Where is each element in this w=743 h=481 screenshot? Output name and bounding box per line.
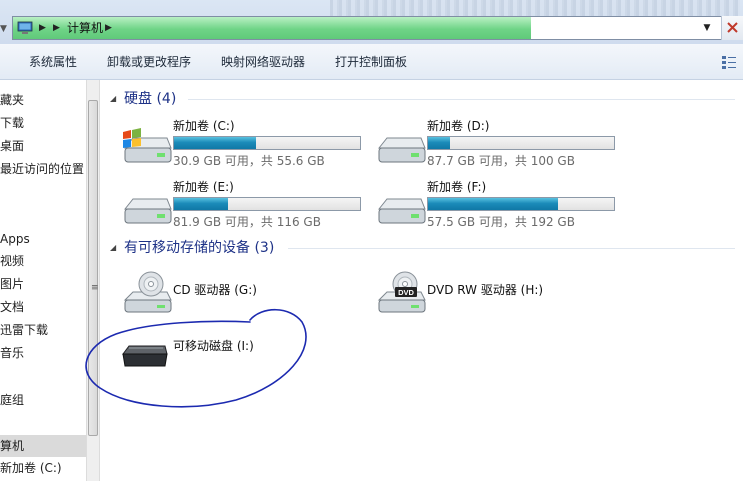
back-dropdown-icon[interactable]: ▼ xyxy=(0,22,10,36)
nav-item-videos[interactable]: 视频 xyxy=(0,252,24,270)
title-bar-scribble xyxy=(330,0,740,16)
drive-free-space: 81.9 GB 可用，共 116 GB xyxy=(173,215,321,229)
hard-drive-icon xyxy=(377,198,426,224)
collapse-arrow-icon[interactable]: ◢ xyxy=(110,242,116,254)
group-title-hard-disks: 硬盘 (4) xyxy=(124,91,177,107)
close-icon xyxy=(727,22,738,33)
map-network-drive-button[interactable]: 映射网络驱动器 xyxy=(221,54,305,70)
collapse-arrow-icon[interactable]: ◢ xyxy=(110,93,116,105)
nav-item-computer[interactable]: 算机 xyxy=(0,435,86,457)
drive-usage-fill xyxy=(428,198,559,210)
drive-name: 新加卷 (C:) xyxy=(173,119,235,133)
address-history-dropdown-icon[interactable]: ▼ xyxy=(701,21,713,35)
dvd-drive-icon: DVD xyxy=(377,271,426,313)
breadcrumb-arrow-icon[interactable]: ▶ xyxy=(39,21,46,35)
drive-usage-fill xyxy=(428,137,451,149)
nav-item-recent-places[interactable]: 最近访问的位置 xyxy=(0,160,84,178)
device-name: 可移动磁盘 (I:) xyxy=(173,339,254,353)
drive-free-space: 87.7 GB 可用，共 100 GB xyxy=(427,154,575,168)
device-name: CD 驱动器 (G:) xyxy=(173,283,257,297)
drive-name: 新加卷 (D:) xyxy=(427,119,490,133)
group-divider xyxy=(188,99,735,100)
drive-c[interactable]: 新加卷 (C:) 30.9 GB 可用，共 55.6 GB xyxy=(121,118,371,174)
nav-item-favorites[interactable]: 藏夹 xyxy=(0,91,24,109)
nav-item-music[interactable]: 音乐 xyxy=(0,344,24,362)
nav-item-downloads[interactable]: 下载 xyxy=(0,114,24,132)
drive-usage-bar xyxy=(427,136,615,150)
hard-drive-icon xyxy=(123,198,172,224)
drive-usage-bar xyxy=(173,197,361,211)
group-divider xyxy=(288,248,735,249)
breadcrumb-separator-icon[interactable]: ▶ xyxy=(53,21,60,35)
computer-icon xyxy=(17,21,33,34)
breadcrumb-next-icon[interactable]: ▶ xyxy=(105,21,112,35)
drive-free-space: 57.5 GB 可用，共 192 GB xyxy=(427,215,575,229)
drive-usage-fill xyxy=(174,137,256,149)
nav-item-desktop[interactable]: 桌面 xyxy=(0,137,24,155)
nav-item-documents[interactable]: 文档 xyxy=(0,298,24,316)
breadcrumb-computer[interactable]: 计算机 xyxy=(67,20,103,36)
nav-item-thunder-downloads[interactable]: 迅雷下载 xyxy=(0,321,48,339)
drive-usage-bar xyxy=(173,136,361,150)
nav-item-apps[interactable]: Apps xyxy=(0,230,30,248)
dvd-badge: DVD xyxy=(398,288,414,297)
uninstall-program-button[interactable]: 卸载或更改程序 xyxy=(107,54,191,70)
address-bar-area: ▼ ▶ ▶ 计算机 ▶ ▼ xyxy=(0,0,743,44)
navigation-pane: 藏夹 下载 桌面 最近访问的位置 Apps 视频 图片 文档 迅雷下载 音乐 庭… xyxy=(0,80,86,481)
group-header-removable[interactable]: ◢ 有可移动存储的设备 (3) xyxy=(110,237,735,259)
nav-item-pictures[interactable]: 图片 xyxy=(0,275,24,293)
group-header-hard-disks[interactable]: ◢ 硬盘 (4) xyxy=(110,88,735,110)
drive-d[interactable]: 新加卷 (D:) 87.7 GB 可用，共 100 GB xyxy=(375,118,625,174)
hard-drive-icon xyxy=(377,137,426,163)
open-control-panel-button[interactable]: 打开控制面板 xyxy=(335,54,407,70)
drive-cd-g[interactable]: CD 驱动器 (G:) xyxy=(121,264,371,320)
address-bar[interactable]: ▶ ▶ 计算机 ▶ ▼ xyxy=(12,16,743,40)
device-name: DVD RW 驱动器 (H:) xyxy=(427,283,544,297)
scrollbar-grip-icon: ≡ xyxy=(91,283,99,293)
nav-item-homegroup[interactable]: 庭组 xyxy=(0,391,24,409)
command-toolbar: 系统属性 卸载或更改程序 映射网络驱动器 打开控制面板 xyxy=(0,44,743,80)
view-options-icon[interactable] xyxy=(720,54,738,70)
group-title-removable: 有可移动存储的设备 (3) xyxy=(124,240,275,256)
navigation-scrollbar[interactable]: ≡ xyxy=(86,80,100,481)
drive-usage-bar xyxy=(427,197,615,211)
close-button[interactable] xyxy=(721,16,743,40)
drive-name: 新加卷 (F:) xyxy=(427,180,487,194)
drive-f[interactable]: 新加卷 (F:) 57.5 GB 可用，共 192 GB xyxy=(375,179,625,235)
removable-disk-icon xyxy=(122,345,168,367)
drive-e[interactable]: 新加卷 (E:) 81.9 GB 可用，共 116 GB xyxy=(121,179,371,235)
navigation-scrollbar-thumb[interactable]: ≡ xyxy=(88,100,99,436)
system-properties-button[interactable]: 系统属性 xyxy=(29,54,77,70)
drive-removable-i[interactable]: 可移动磁盘 (I:) xyxy=(121,320,371,376)
drive-usage-fill xyxy=(174,198,228,210)
drive-free-space: 30.9 GB 可用，共 55.6 GB xyxy=(173,154,325,168)
cd-drive-icon xyxy=(123,271,172,313)
hard-drive-icon xyxy=(123,128,172,163)
drive-dvd-h[interactable]: DVD DVD RW 驱动器 (H:) xyxy=(375,264,625,320)
nav-item-volume-c[interactable]: 新加卷 (C:) xyxy=(0,459,62,477)
drive-name: 新加卷 (E:) xyxy=(173,180,234,194)
